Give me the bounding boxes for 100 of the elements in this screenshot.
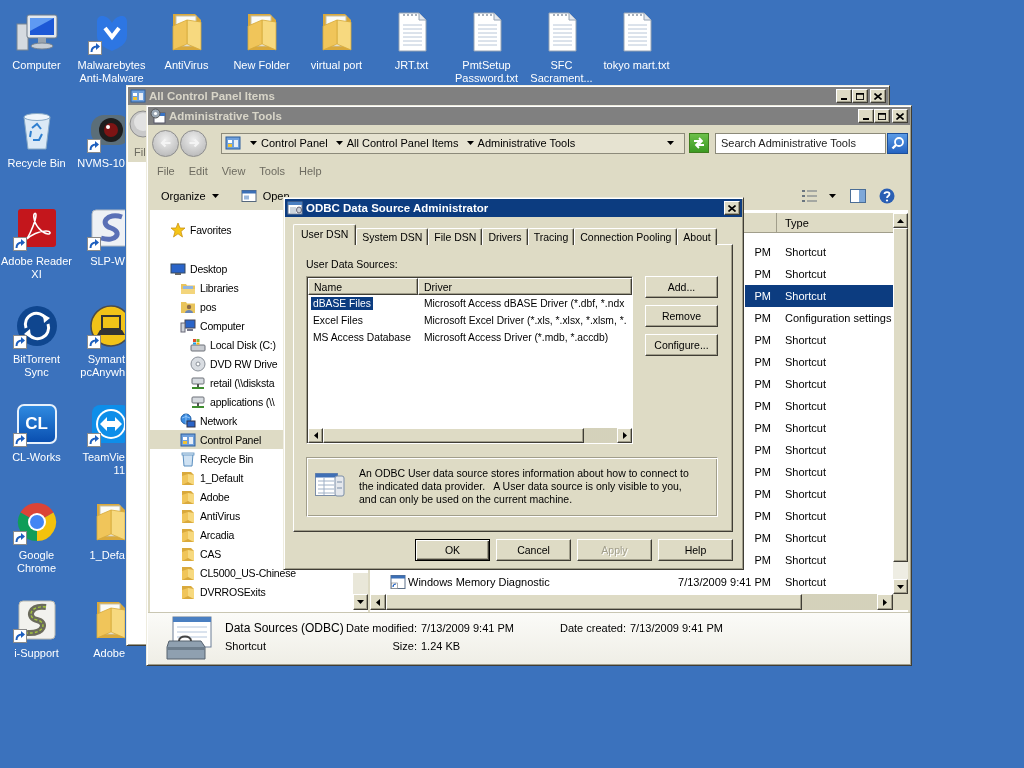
scroll-right-button[interactable] (877, 594, 893, 610)
scrollbar-thumb[interactable] (386, 594, 802, 610)
file-row[interactable]: PM Shortcut (744, 373, 893, 395)
help-icon[interactable] (879, 188, 895, 204)
desktop-icon-label[interactable]: CL-Works (12, 451, 61, 464)
breadcrumb[interactable]: All Control Panel Items (346, 137, 459, 149)
scrollbar-thumb[interactable] (323, 428, 584, 443)
dialog-button[interactable]: Add... (645, 276, 718, 298)
desktop-icon-label[interactable]: Malwarebytes Anti-Malware (75, 59, 148, 85)
scroll-up-button[interactable] (893, 213, 908, 228)
desktop-icon-label[interactable]: 1_Defa (89, 549, 125, 562)
dialog-button[interactable]: Configure... (645, 334, 718, 356)
caret-icon[interactable] (335, 141, 343, 145)
nav-item[interactable]: Computer (150, 316, 283, 335)
breadcrumb[interactable]: Administrative Tools (477, 137, 576, 149)
nav-item[interactable]: Favorites (150, 220, 283, 239)
tab[interactable]: About (677, 228, 717, 245)
menu-item[interactable]: Help (292, 164, 329, 177)
scroll-right-button[interactable] (617, 428, 632, 443)
menu-item[interactable]: Fil (128, 146, 146, 158)
nav-item[interactable]: Adobe (150, 487, 283, 506)
file-row[interactable]: PM Shortcut (744, 263, 893, 285)
scroll-left-button[interactable] (308, 428, 323, 443)
tab[interactable]: Tracing (527, 228, 575, 245)
data-source-name[interactable]: Excel Files (311, 314, 365, 327)
desktop-icon-label[interactable]: i-Support (14, 647, 59, 660)
close-button[interactable] (724, 201, 740, 215)
nav-item[interactable]: Libraries (150, 278, 283, 297)
file-row[interactable]: PM Shortcut (744, 285, 893, 307)
desktop-icon-label[interactable]: PmtSetup Password.txt (450, 59, 523, 85)
column-header[interactable]: Driver (418, 278, 632, 295)
nav-item[interactable]: 1_Default (150, 468, 283, 487)
dialog-button[interactable]: OK (415, 539, 490, 561)
desktop-icon-label[interactable]: Computer (12, 59, 61, 72)
swoosh-icon[interactable] (89, 206, 125, 250)
desktop-icon-label[interactable]: virtual port (310, 59, 363, 72)
tab[interactable]: System DSN (356, 228, 429, 245)
nav-item[interactable]: CAS (150, 544, 283, 563)
file-row[interactable]: PM Shortcut (744, 549, 893, 571)
desktop-icon-label[interactable]: Adobe (93, 647, 125, 660)
close-button[interactable] (870, 89, 886, 103)
maximize-button[interactable] (852, 89, 868, 103)
search-field[interactable]: Search Administrative Tools (715, 132, 886, 154)
vertical-scrollbar[interactable] (353, 573, 368, 610)
desktop-icon-label[interactable]: Google Chrome (0, 549, 73, 575)
scroll-down-button[interactable] (353, 594, 368, 610)
file-row[interactable]: PM Shortcut (744, 241, 893, 263)
dialog-button[interactable]: Remove (645, 305, 718, 327)
tab[interactable]: User DSN (293, 224, 357, 245)
desktop-icon-label[interactable]: BitTorrent Sync (0, 353, 73, 379)
file-row[interactable]: PM Configuration settings (744, 307, 893, 329)
desktop-icon-label[interactable]: Recycle Bin (7, 157, 66, 170)
file-row[interactable]: PM Shortcut (744, 417, 893, 439)
desktop-icon-label[interactable]: Symant pcAnywh (74, 353, 125, 379)
data-source-name[interactable]: dBASE Files (311, 297, 373, 310)
desktop-icon-label[interactable]: NVMS-10 (77, 157, 125, 170)
search-button[interactable] (887, 132, 908, 154)
refresh-button[interactable] (689, 133, 709, 153)
double-arrow-icon[interactable] (89, 402, 125, 446)
menu-item[interactable]: File (150, 164, 182, 177)
column-header[interactable]: Name (308, 278, 418, 295)
tab[interactable]: Drivers (482, 228, 528, 245)
desktop-icon-label[interactable]: Adobe Reader XI (0, 255, 73, 281)
desktop-icon-label[interactable]: New Folder (233, 59, 290, 72)
maximize-button[interactable] (874, 109, 890, 123)
scroll-down-button[interactable] (893, 579, 908, 594)
sync-icon[interactable] (14, 304, 59, 348)
nav-item[interactable]: pos (150, 297, 283, 316)
menu-item[interactable]: Tools (252, 164, 293, 177)
app-logo[interactable]: CL (16, 404, 57, 444)
tab[interactable]: Connection Pooling (574, 228, 678, 245)
nav-item[interactable]: Arcadia (150, 525, 283, 544)
horizontal-scrollbar[interactable] (308, 428, 632, 443)
desktop-icon-label[interactable]: AntiVirus (164, 59, 209, 72)
file-row[interactable]: PM Shortcut (744, 351, 893, 373)
nav-item[interactable]: Local Disk (C:) (150, 335, 283, 354)
nav-item[interactable]: DVRROSExits (150, 582, 283, 601)
nav-item[interactable]: CL5000_US-Chinese (150, 563, 296, 582)
view-list-icon[interactable] (802, 188, 817, 204)
breadcrumb[interactable]: Control Panel (261, 137, 328, 149)
scroll-left-button[interactable] (370, 594, 386, 610)
file-row[interactable]: PM Shortcut (744, 395, 893, 417)
horizontal-scrollbar[interactable] (370, 594, 893, 610)
desktop-icon-label[interactable]: tokyo mart.txt (603, 59, 670, 72)
caret-icon[interactable] (667, 141, 674, 145)
file-row[interactable]: PM Shortcut (744, 461, 893, 483)
menu-item[interactable]: View (214, 164, 253, 177)
data-source-name[interactable]: MS Access Database (311, 331, 413, 344)
caret-icon[interactable] (466, 141, 474, 145)
nav-item[interactable]: DVD RW Drive (150, 354, 283, 373)
minimize-button[interactable] (858, 109, 874, 123)
file-row[interactable]: PM Shortcut (744, 505, 893, 527)
menu-item[interactable]: Edit (181, 164, 215, 177)
desktop-icon-label[interactable]: TeamVie 11 (74, 451, 125, 477)
caret-icon[interactable] (829, 194, 836, 198)
tab[interactable]: File DSN (428, 228, 483, 245)
nav-item[interactable]: applications (\\ (150, 392, 283, 411)
address-bar[interactable]: Control Panel All Control Panel Items Administrative Tools (221, 132, 685, 154)
nav-item[interactable]: Control Panel (150, 430, 283, 449)
nav-item[interactable]: Network (150, 411, 283, 430)
